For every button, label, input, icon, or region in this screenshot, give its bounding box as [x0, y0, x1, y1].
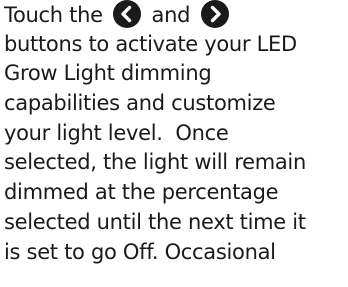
and-text: and: [151, 3, 191, 27]
paragraph-line-9: is set to go Off. Occasional: [4, 239, 276, 264]
paragraph-line-5: your light level. Once: [4, 120, 229, 145]
paragraph-line-6: selected, the light will remain: [4, 150, 306, 175]
chevron-right-circle-icon: [200, 0, 229, 28]
instruction-paragraph: Touch the and buttons to activate your L…: [4, 0, 348, 267]
paragraph-line-8: selected until the next time it: [4, 209, 306, 234]
paragraph-line-2: buttons to activate your LED: [4, 31, 297, 56]
paragraph-line-7: dimmed at the percentage: [4, 180, 279, 205]
touch-the-text: Touch the: [4, 3, 103, 27]
chevron-left-circle-icon: [113, 0, 142, 28]
paragraph-line-4: capabilities and customize: [4, 91, 276, 116]
paragraph-line-1: Touch the and: [4, 0, 348, 30]
paragraph-line-3: Grow Light dimming: [4, 61, 212, 86]
